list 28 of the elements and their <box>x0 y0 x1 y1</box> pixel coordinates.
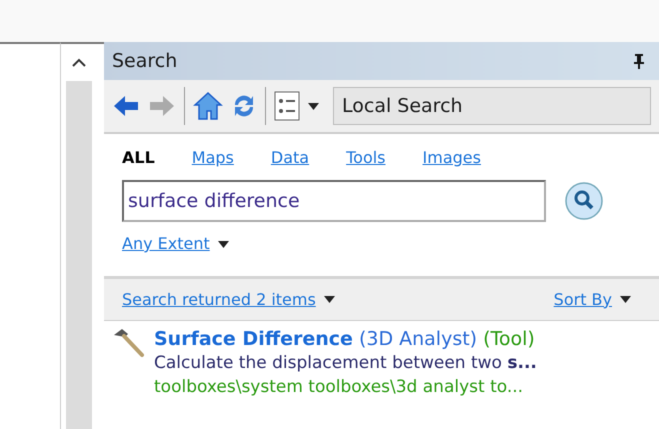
sort-link[interactable]: Sort By <box>554 288 612 312</box>
result-source: (3D Analyst) <box>358 327 478 351</box>
back-arrow-icon[interactable] <box>112 94 140 118</box>
category-tab[interactable]: ALL <box>122 146 155 170</box>
extent-link[interactable]: Any Extent <box>122 232 210 256</box>
home-icon[interactable] <box>193 91 223 121</box>
result-type: (Tool) <box>483 327 535 351</box>
pin-icon[interactable] <box>633 53 645 69</box>
result-title-link[interactable]: Surface Difference <box>154 327 353 351</box>
category-tab[interactable]: Images <box>422 146 481 170</box>
caret-icon[interactable] <box>218 240 229 248</box>
hammer-icon <box>112 327 146 359</box>
caret-icon[interactable] <box>620 296 631 303</box>
scope-dropdown[interactable]: Local Search <box>333 87 651 125</box>
category-tab[interactable]: Maps <box>192 146 234 170</box>
caret-icon[interactable] <box>308 102 319 110</box>
scroll-up-icon[interactable] <box>72 58 86 67</box>
category-tab[interactable]: Data <box>270 146 310 170</box>
results-summary-link[interactable]: Search returned 2 items <box>122 288 316 312</box>
caret-icon[interactable] <box>324 296 335 303</box>
list-view-icon[interactable] <box>274 91 300 121</box>
panel-title: Search <box>112 48 178 74</box>
category-tab[interactable]: Tools <box>346 146 386 170</box>
result-description: Calculate the displacement between two s... <box>154 352 537 375</box>
search-icon[interactable] <box>564 181 604 221</box>
scrollbar-track[interactable] <box>66 81 92 429</box>
result-path: toolboxes\system toolboxes\3d analyst to... <box>154 376 524 399</box>
search-field[interactable]: surface difference <box>122 180 546 222</box>
